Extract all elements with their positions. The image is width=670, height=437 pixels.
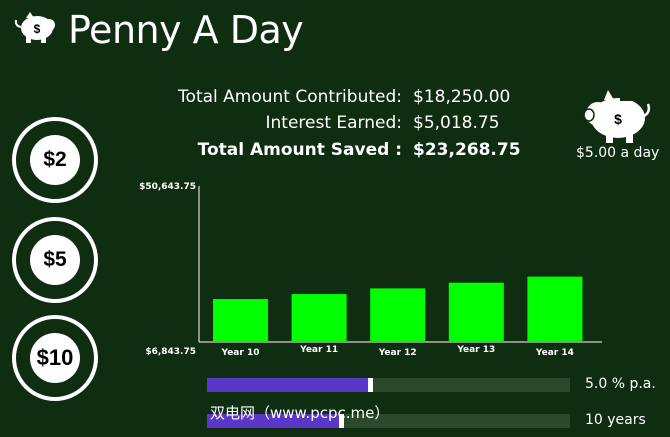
interest-rate-slider-fill — [207, 378, 371, 392]
years-value: 10 years — [585, 412, 646, 428]
interest-value: $5,018.75 — [413, 113, 500, 133]
bars-group — [213, 276, 583, 341]
summary-saved: Total Amount Saved : $23,268.75 — [0, 139, 670, 161]
interest-label: Interest Earned: — [265, 113, 402, 133]
bar-year-12 — [370, 288, 426, 341]
amount-10-label: $10 — [30, 333, 80, 383]
dollar-sign: $ — [614, 111, 622, 127]
x-tick-label: Year 11 — [299, 345, 338, 355]
x-tick-label: Year 14 — [535, 348, 574, 358]
piggy-bank-icon: $ — [14, 12, 55, 43]
summary-contributed: Total Amount Contributed: $18,250.00 — [0, 86, 670, 108]
contributed-label: Total Amount Contributed: — [178, 87, 402, 107]
amount-5-label: $5 — [30, 235, 80, 285]
x-tick-label: Year 13 — [456, 345, 495, 355]
interest-rate-slider[interactable] — [207, 378, 570, 392]
watermark: 双电网（www.pcpc.me） — [210, 404, 390, 422]
interest-rate-value: 5.0 % p.a. — [585, 376, 656, 392]
bar-year-13 — [448, 282, 504, 341]
bar-year-11 — [291, 294, 347, 341]
app-title: Penny A Day — [68, 8, 304, 52]
dollar-sign: $ — [34, 22, 41, 36]
x-tick-label: Year 12 — [378, 348, 417, 358]
contributed-value: $18,250.00 — [413, 87, 511, 107]
chart-svg: $50,643.75 $6,843.75 Year 10 Year 11 Year … — [139, 182, 602, 358]
summary-interest: Interest Earned: $5,018.75 — [0, 112, 670, 134]
x-tick-label: Year 10 — [221, 348, 260, 358]
saved-label: Total Amount Saved : — [197, 140, 402, 160]
bar-year-14 — [527, 276, 583, 341]
saved-value: $23,268.75 — [413, 140, 521, 160]
savings-chart: $50,643.75 $6,843.75 Year 10 Year 11 Year … — [139, 170, 610, 370]
x-labels-group: Year 10 Year 11 Year 12 Year 13 Year 14 — [221, 345, 574, 358]
amount-10-button[interactable]: $10 — [12, 315, 98, 401]
y-tick-label-min: $6,843.75 — [145, 347, 196, 357]
amount-5-button[interactable]: $5 — [12, 217, 98, 303]
bar-year-10 — [213, 299, 269, 341]
daily-rate: $5.00 a day — [576, 145, 660, 161]
piggy-bank-icon: $ — [583, 90, 651, 143]
y-tick-label-max: $50,643.75 — [139, 182, 196, 192]
interest-rate-slider-thumb[interactable] — [368, 378, 374, 392]
